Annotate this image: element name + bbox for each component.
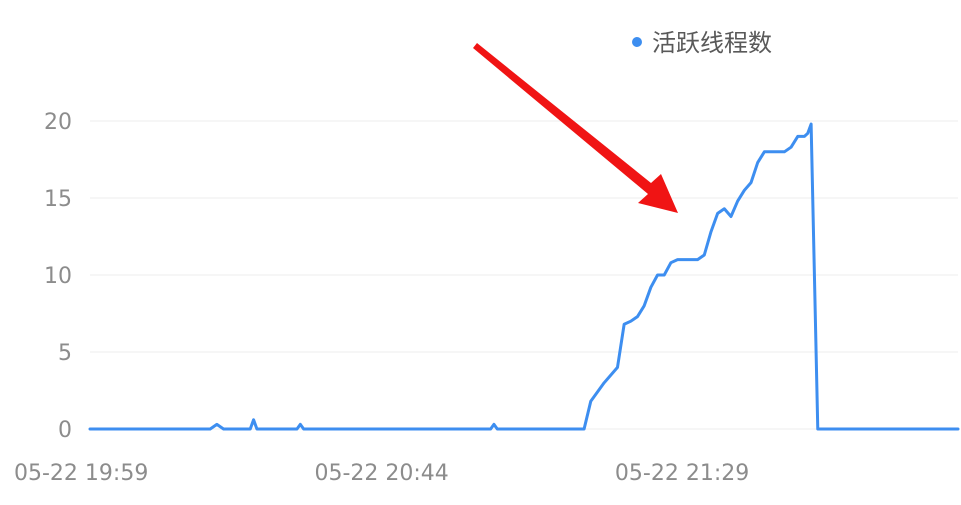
arrow-icon bbox=[473, 43, 678, 213]
chart-root: 0 5 10 15 20 05-22 19:59 05-22 20:44 05-22 21:… bbox=[0, 0, 961, 501]
y-tick-label: 15 bbox=[44, 187, 72, 212]
legend-label: 活跃线程数 bbox=[652, 29, 772, 57]
grid-lines bbox=[90, 120, 958, 430]
y-tick-label: 10 bbox=[44, 264, 72, 289]
line-chart: 0 5 10 15 20 05-22 19:59 05-22 20:44 05-22 21:… bbox=[14, 29, 960, 486]
series-line[interactable] bbox=[88, 122, 960, 431]
y-tick-label: 5 bbox=[58, 341, 72, 366]
x-tick-label: 05-22 19:59 bbox=[14, 461, 148, 486]
annotation-arrow bbox=[473, 43, 678, 213]
legend-marker bbox=[632, 37, 642, 47]
x-tick-label: 05-22 20:44 bbox=[314, 461, 448, 486]
y-axis-ticks: 0 5 10 15 20 bbox=[44, 110, 72, 443]
series-group bbox=[88, 122, 960, 431]
y-tick-label: 0 bbox=[58, 418, 72, 443]
x-tick-label: 05-22 21:29 bbox=[615, 461, 749, 486]
legend[interactable]: 活跃线程数 bbox=[632, 29, 772, 57]
y-tick-label: 20 bbox=[44, 110, 72, 135]
x-axis-ticks: 05-22 19:59 05-22 20:44 05-22 21:29 bbox=[14, 461, 749, 486]
